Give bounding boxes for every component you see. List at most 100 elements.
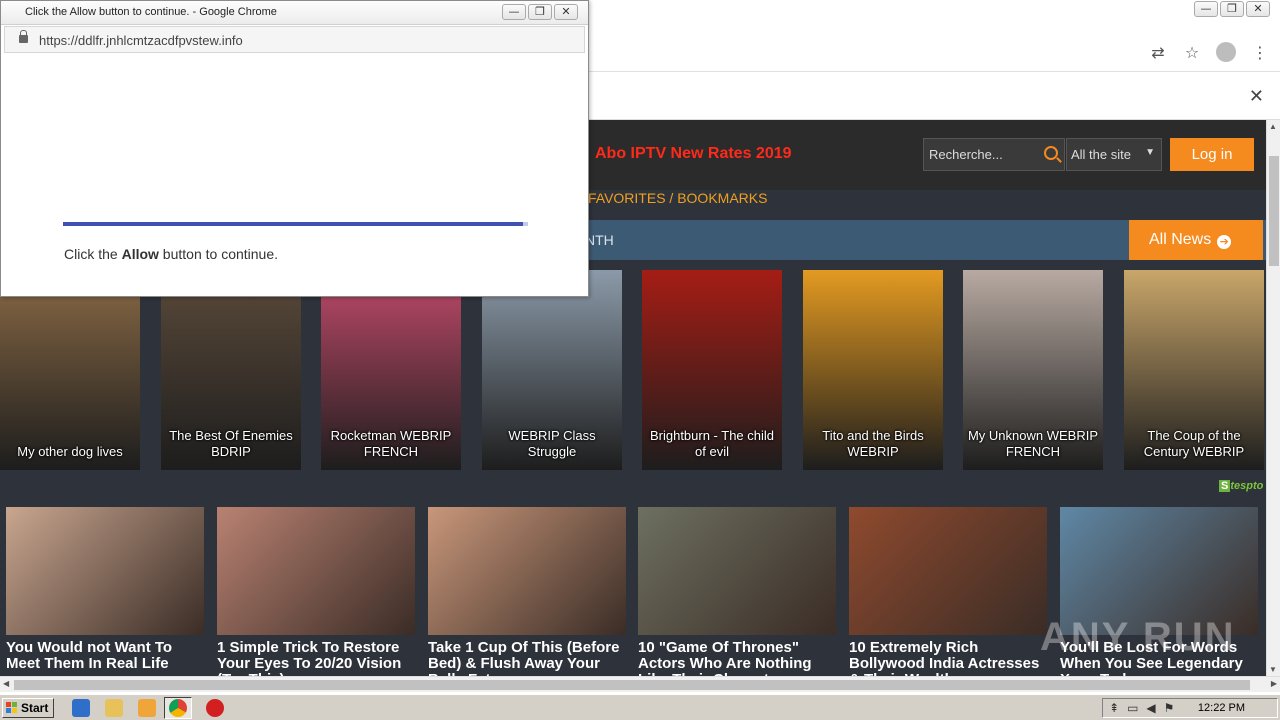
taskbar: Start ⇞ ▭ ◀ ⚑ 12:22 PM xyxy=(0,694,1280,720)
sponsored-image[interactable] xyxy=(217,507,415,635)
flag-icon[interactable]: ⚑ xyxy=(1164,701,1175,715)
scroll-up-icon[interactable]: ▲ xyxy=(1269,122,1277,131)
infobar-close-icon[interactable]: ✕ xyxy=(1249,86,1264,107)
msg-bold: Allow xyxy=(121,246,159,262)
sponsored-title[interactable]: 1 Simple Trick To Restore Your Eyes To 2… xyxy=(217,640,415,676)
scroll-left-icon[interactable]: ◀ xyxy=(3,679,9,688)
poster-card[interactable]: Brightburn - The child of evil xyxy=(642,270,782,470)
msg-prefix: Click the xyxy=(64,246,122,262)
section-title: NTH xyxy=(585,232,614,248)
search-scope-select[interactable]: All the site ▼ xyxy=(1066,138,1162,171)
media-player-icon[interactable] xyxy=(138,699,156,717)
poster-caption[interactable]: Brightburn - The child of evil xyxy=(646,428,778,460)
lock-icon[interactable] xyxy=(19,30,28,43)
poster-card[interactable]: WEBRIP Class Struggle xyxy=(482,270,622,470)
all-news-button[interactable]: All News ➔ xyxy=(1129,220,1263,260)
sponsored-card[interactable]: You Would not Want To Meet Them In Real … xyxy=(6,507,204,676)
restore-button[interactable]: ❐ xyxy=(1220,1,1244,17)
poster-row: My other dog lives The Best Of Enemies BD… xyxy=(0,270,1266,470)
all-news-label: All News xyxy=(1149,231,1212,248)
site-title[interactable]: Abo IPTV New Rates 2019 xyxy=(595,145,792,163)
browser-toolbar: ⇄ ☆ ⋮ xyxy=(588,34,1280,72)
chrome-icon xyxy=(169,699,187,717)
search-input[interactable]: Recherche... xyxy=(923,138,1065,171)
horizontal-scroll-thumb[interactable] xyxy=(14,680,1250,690)
poster-caption[interactable]: My other dog lives xyxy=(4,444,136,460)
scroll-right-icon[interactable]: ▶ xyxy=(1271,679,1277,688)
arrow-right-icon: ➔ xyxy=(1217,235,1232,249)
popup-url-text: https://ddlfr.jnhlcmtzacdfpvstew.info xyxy=(39,33,243,48)
close-button[interactable]: ✕ xyxy=(1246,1,1270,17)
menu-dots-icon[interactable]: ⋮ xyxy=(1250,43,1270,62)
poster-card[interactable]: Tito and the Birds WEBRIP xyxy=(803,270,943,470)
ad-logo-text: tespto xyxy=(1230,480,1264,492)
translate-icon[interactable]: ⇄ xyxy=(1148,43,1168,62)
popup-window-controls: — ❐ ✕ xyxy=(502,4,578,20)
volume-icon[interactable]: ◀ xyxy=(1146,701,1155,715)
poster-caption[interactable]: The Coup of the Century WEBRIP xyxy=(1128,428,1260,460)
popup-window: Click the Allow button to continue. - Go… xyxy=(0,0,589,297)
sponsored-image[interactable] xyxy=(6,507,204,635)
ad-network-logo[interactable]: Stespto xyxy=(1219,480,1264,496)
system-tray: ⇞ ▭ ◀ ⚑ 12:22 PM xyxy=(1102,698,1278,718)
sponsored-image[interactable] xyxy=(428,507,626,635)
windows-logo-icon xyxy=(6,702,18,714)
start-label: Start xyxy=(21,701,49,715)
popup-message: Click the Allow button to continue. xyxy=(64,246,278,262)
start-button[interactable]: Start xyxy=(2,698,54,718)
sponsored-card[interactable]: 10 Extremely Rich Bollywood India Actres… xyxy=(849,507,1047,676)
poster-card[interactable]: My Unknown WEBRIP FRENCH xyxy=(963,270,1103,470)
scroll-down-icon[interactable]: ▼ xyxy=(1269,665,1277,674)
login-button[interactable]: Log in xyxy=(1170,138,1254,171)
popup-titlebar[interactable]: Click the Allow button to continue. - Go… xyxy=(1,1,588,25)
infobar: ✕ xyxy=(588,72,1280,120)
dropdown-arrow-icon: ▼ xyxy=(1145,147,1155,158)
poster-caption[interactable]: Tito and the Birds WEBRIP xyxy=(807,428,939,460)
popup-close-button[interactable]: ✕ xyxy=(554,4,578,20)
scope-value: All the site xyxy=(1071,147,1131,162)
ad-logo-badge: S xyxy=(1219,480,1231,492)
popup-minimize-button[interactable]: — xyxy=(502,4,526,20)
sponsored-title[interactable]: Take 1 Cup Of This (Before Bed) & Flush … xyxy=(428,640,626,676)
msg-suffix: button to continue. xyxy=(158,246,279,262)
stop-icon[interactable] xyxy=(206,699,224,717)
popup-address-bar[interactable]: https://ddlfr.jnhlcmtzacdfpvstew.info xyxy=(4,26,585,53)
poster-caption[interactable]: WEBRIP Class Struggle xyxy=(486,428,618,460)
popup-title: Click the Allow button to continue. - Go… xyxy=(25,6,277,18)
chrome-taskbar-button[interactable] xyxy=(164,697,192,719)
poster-caption[interactable]: My Unknown WEBRIP FRENCH xyxy=(967,428,1099,460)
vertical-scroll-thumb[interactable] xyxy=(1269,156,1279,266)
network-icon[interactable]: ▭ xyxy=(1127,701,1138,715)
sponsored-title[interactable]: You Would not Want To Meet Them In Real … xyxy=(6,640,204,676)
popup-restore-button[interactable]: ❐ xyxy=(528,4,552,20)
horizontal-scrollbar[interactable]: ◀ ▶ xyxy=(0,676,1280,692)
progress-bar xyxy=(63,222,528,226)
search-placeholder: Recherche... xyxy=(929,147,1003,162)
progress-fill xyxy=(63,222,524,226)
sponsored-title[interactable]: 10 Extremely Rich Bollywood India Actres… xyxy=(849,640,1047,676)
clock[interactable]: 12:22 PM xyxy=(1198,702,1245,714)
profile-avatar-icon[interactable] xyxy=(1216,42,1236,62)
poster-caption[interactable]: The Best Of Enemies BDRIP xyxy=(165,428,297,460)
poster-card[interactable]: The Best Of Enemies BDRIP xyxy=(161,270,301,470)
poster-caption[interactable]: Rocketman WEBRIP FRENCH xyxy=(325,428,457,460)
poster-card[interactable]: The Coup of the Century WEBRIP xyxy=(1124,270,1264,470)
main-window-controls: — ❐ ✕ xyxy=(1194,1,1270,17)
sponsored-card[interactable]: Take 1 Cup Of This (Before Bed) & Flush … xyxy=(428,507,626,676)
poster-card[interactable]: Rocketman WEBRIP FRENCH xyxy=(321,270,461,470)
sponsored-image[interactable] xyxy=(849,507,1047,635)
sponsored-image[interactable] xyxy=(638,507,836,635)
sponsored-card[interactable]: 10 "Game Of Thrones" Actors Who Are Noth… xyxy=(638,507,836,676)
sponsored-card[interactable]: 1 Simple Trick To Restore Your Eyes To 2… xyxy=(217,507,415,676)
search-icon[interactable] xyxy=(1044,146,1058,160)
favorites-link[interactable]: FAVORITES / BOOKMARKS xyxy=(588,190,767,206)
folder-icon[interactable] xyxy=(105,699,123,717)
ie-icon[interactable] xyxy=(72,699,90,717)
vertical-scrollbar[interactable]: ▲ ▼ xyxy=(1266,120,1280,676)
poster-card[interactable]: My other dog lives xyxy=(0,270,140,470)
tab-strip: — ❐ ✕ xyxy=(588,0,1280,34)
sponsored-title[interactable]: 10 "Game Of Thrones" Actors Who Are Noth… xyxy=(638,640,836,676)
minimize-button[interactable]: — xyxy=(1194,1,1218,17)
tray-arrow-icon[interactable]: ⇞ xyxy=(1109,701,1119,715)
star-icon[interactable]: ☆ xyxy=(1182,43,1202,62)
